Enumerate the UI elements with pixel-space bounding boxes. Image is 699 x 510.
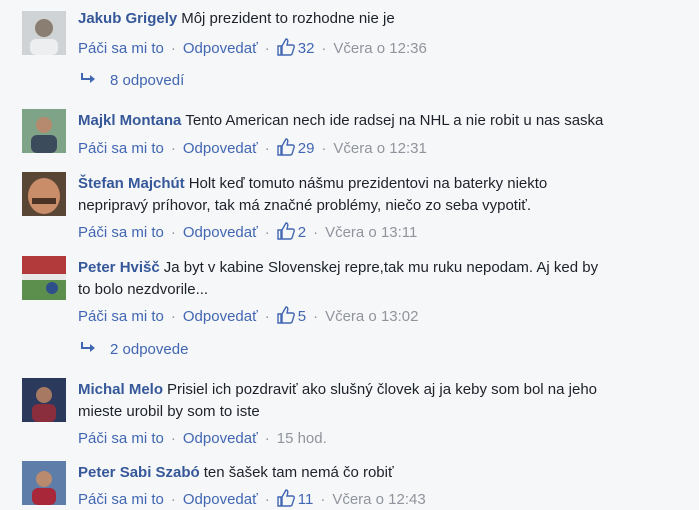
separator: · (170, 40, 176, 57)
reply-link[interactable]: Odpovedať (183, 430, 258, 447)
avatar[interactable] (22, 172, 66, 216)
comment-author[interactable]: Jakub Grigely (78, 10, 177, 27)
separator: · (321, 40, 327, 57)
reply-link[interactable]: Odpovedať (183, 224, 258, 241)
like-link[interactable]: Páči sa mi to (78, 430, 164, 447)
separator: · (264, 224, 270, 241)
separator: · (264, 308, 270, 325)
separator: · (170, 308, 176, 325)
comment-text: ten šašek tam nemá čo robiť (203, 464, 394, 481)
reply-link[interactable]: Odpovedať (183, 140, 258, 157)
comment-timestamp[interactable]: Včera o 12:43 (332, 491, 425, 508)
reply-link[interactable]: Odpovedať (183, 491, 258, 508)
view-replies-link[interactable]: 8 odpovedí (80, 71, 184, 91)
like-link[interactable]: Páči sa mi to (78, 140, 164, 157)
reply-arrow-icon (81, 73, 95, 83)
comment-author[interactable]: Michal Melo (78, 381, 163, 398)
avatar[interactable] (22, 461, 66, 505)
separator: · (264, 430, 270, 447)
separator: · (264, 40, 270, 57)
comment-text: Tento American nech ide radsej na NHL a … (185, 112, 604, 129)
separator: · (170, 140, 176, 157)
thumbs-up-icon (277, 138, 295, 156)
comment-text-continued: mieste urobil by som to iste (78, 403, 260, 420)
comment-text: Holt keď tomuto nášmu prezidentovi na ba… (188, 175, 548, 192)
like-count[interactable]: 11 (277, 489, 313, 508)
separator: · (170, 491, 176, 508)
separator: · (264, 140, 270, 157)
like-link[interactable]: Páči sa mi to (78, 40, 164, 57)
comment-text-continued: to bolo nezdvorile... (78, 281, 209, 298)
separator: · (321, 140, 327, 157)
comment-timestamp[interactable]: 15 hod. (277, 430, 327, 447)
thumbs-up-icon (277, 306, 295, 324)
like-link[interactable]: Páči sa mi to (78, 308, 164, 325)
avatar[interactable] (22, 378, 66, 422)
reply-link[interactable]: Odpovedať (183, 40, 258, 57)
separator: · (313, 308, 319, 325)
separator: · (170, 224, 176, 241)
comment-author[interactable]: Majkl Montana (78, 112, 181, 129)
comment-timestamp[interactable]: Včera o 13:11 (325, 224, 417, 241)
separator: · (264, 491, 270, 508)
avatar[interactable] (22, 11, 66, 55)
comment-text: Môj prezident to rozhodne nie je (181, 10, 395, 27)
comment-author[interactable]: Peter Hvišč (78, 259, 160, 276)
separator: · (320, 491, 326, 508)
like-count[interactable]: 2 (277, 222, 306, 241)
comment-text: Prisiel ich pozdraviť ako slušný človek … (167, 381, 598, 398)
view-replies-link[interactable]: 2 odpovede (80, 340, 188, 360)
thumbs-up-icon (277, 38, 295, 56)
comment-author[interactable]: Peter Sabi Szabó (78, 464, 200, 481)
comment-timestamp[interactable]: Včera o 12:36 (333, 40, 426, 57)
thumbs-up-icon (277, 222, 295, 240)
thumbs-up-icon (277, 489, 295, 507)
like-count[interactable]: 5 (277, 306, 306, 325)
comment-text: Ja byt v kabine Slovenskej repre,tak mu … (163, 259, 599, 276)
comment-timestamp[interactable]: Včera o 13:02 (325, 308, 418, 325)
reply-arrow-icon (81, 342, 95, 352)
like-link[interactable]: Páči sa mi to (78, 491, 164, 508)
separator: · (313, 224, 319, 241)
avatar[interactable] (22, 256, 66, 300)
separator: · (170, 430, 176, 447)
comment-author[interactable]: Štefan Majchút (78, 175, 185, 192)
comment-timestamp[interactable]: Včera o 12:31 (333, 140, 426, 157)
like-link[interactable]: Páči sa mi to (78, 224, 164, 241)
like-count[interactable]: 29 (277, 138, 314, 157)
reply-link[interactable]: Odpovedať (183, 308, 258, 325)
avatar[interactable] (22, 109, 66, 153)
comment-text-continued: nepripravý príhovor, tak má značné probl… (78, 197, 532, 214)
like-count[interactable]: 32 (277, 38, 314, 57)
